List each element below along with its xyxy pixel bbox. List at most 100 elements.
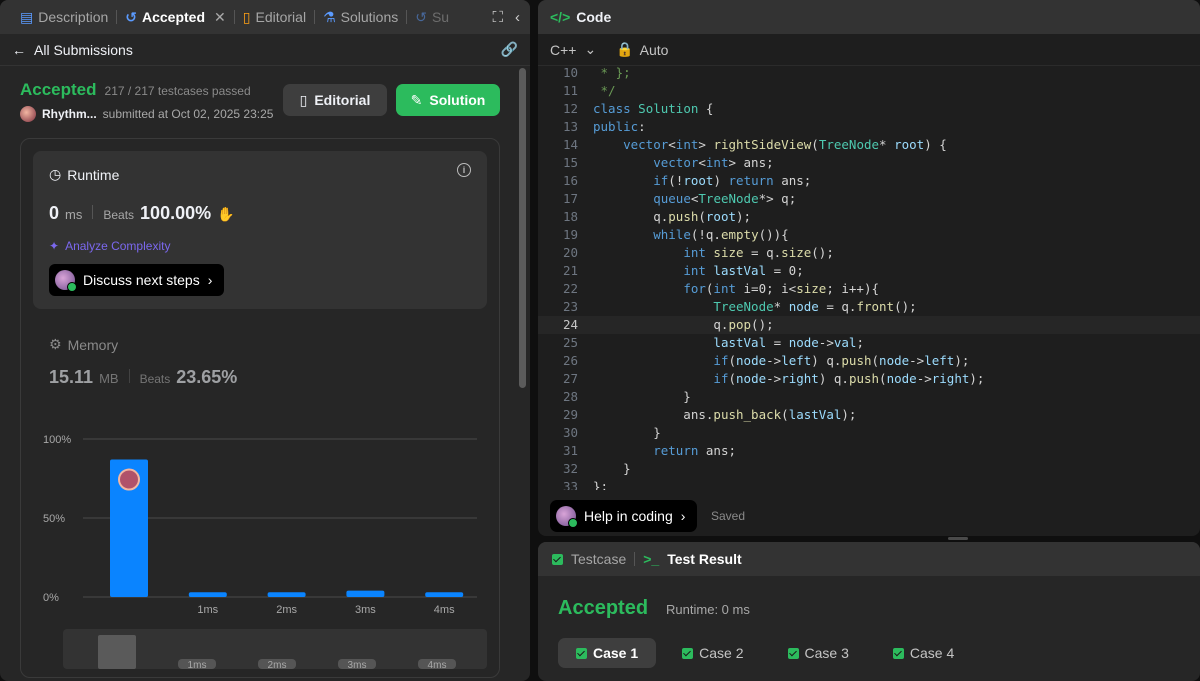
code-line[interactable]: 14 vector<int> rightSideView(TreeNode* r… [538,136,1200,154]
tab-solutions[interactable]: ⚗ Solutions [315,0,406,34]
back-link[interactable]: All Submissions [34,42,133,58]
runtime-distribution-chart: 100% 50% 0% 1ms 2ms 3ms 4ms [43,434,477,616]
close-icon[interactable]: ✕ [214,9,226,26]
panel-tabs: ▤ Description ↺ Accepted ✕ ▯ Editorial ⚗… [0,0,530,34]
case-label: Case 1 [593,645,639,661]
code-line[interactable]: 32 } [538,460,1200,478]
code-line[interactable]: 11 */ [538,82,1200,100]
auto-mode[interactable]: 🔒 Auto [616,41,668,58]
code-line[interactable]: 25 lastVal = node->val; [538,334,1200,352]
memory-label[interactable]: ⚙ Memory [49,336,118,353]
x-tick-label: 4ms [434,604,455,616]
pane-resize-handle[interactable] [948,537,968,540]
code-text: * }; [593,65,631,80]
chart-bar[interactable] [267,592,306,597]
code-line[interactable]: 19 while(!q.empty()){ [538,226,1200,244]
code-text: } [593,461,631,476]
code-line[interactable]: 12 class Solution { [538,100,1200,118]
case-tab-3[interactable]: Case 3 [770,638,867,668]
code-text: lastVal = node->val; [713,335,864,350]
divider [128,369,130,383]
result-summary: Accepted Runtime: 0 ms [558,597,750,620]
maximize-icon[interactable]: ⛶ [492,9,503,26]
code-line[interactable]: 23 TreeNode* node = q.front(); [538,298,1200,316]
code-line[interactable]: 10 * }; [538,64,1200,82]
arrow-left-icon[interactable]: ← [12,42,26,58]
link-icon[interactable]: 🔗 [501,41,518,58]
code-line[interactable]: 17 queue<TreeNode*> q; [538,190,1200,208]
tab-submissions[interactable]: ↺ Su [407,0,457,34]
chevron-down-icon[interactable]: ⌄ [584,41,596,58]
code-text: */ [593,83,616,98]
line-number: 19 [562,227,578,242]
tab-test-result[interactable]: Test Result [667,551,741,567]
code-line[interactable]: 16 if(!root) return ans; [538,172,1200,190]
check-icon [892,647,904,659]
scrollbar[interactable] [519,68,526,388]
panel-actions: ⛶ ‹ [492,9,530,26]
code-line[interactable]: 33}; [538,478,1200,490]
chevron-left-icon[interactable]: ‹ [515,9,520,26]
code-area[interactable]: 10 * }; 11 */12 class Solution {13 public: 1… [538,64,1200,490]
code-text: if(!root) return ans; [653,173,812,188]
chart-bar[interactable] [188,592,227,597]
solution-button[interactable]: ✎ Solution [396,84,500,116]
code-text: if(node->left) q.push(node->left); [713,353,970,368]
case-label: Case 4 [909,645,955,661]
line-number: 33 [562,479,578,490]
code-line[interactable]: 27 if(node->right) q.push(node->right); [538,370,1200,388]
code-line[interactable]: 18 q.push(root); [538,208,1200,226]
case-tab-1[interactable]: Case 1 [558,638,657,668]
code-line[interactable]: 13 public: [538,118,1200,136]
chart-bar[interactable] [346,590,385,597]
editorial-button[interactable]: ▯ Editorial [283,84,387,116]
chart-bar[interactable] [425,592,464,597]
check-icon [576,647,587,659]
user-name[interactable]: Rhythm... [42,107,97,121]
analyze-label: Analyze Complexity [65,239,171,253]
code-title: Code [576,9,612,25]
chart-range-selector[interactable]: 1ms 2ms 3ms 4ms [63,629,487,671]
language-select[interactable]: C++ [550,42,576,58]
line-number: 25 [562,335,578,350]
code-line[interactable]: 31 return ans; [538,442,1200,460]
code-line[interactable]: 22 for(int i=0; i<size; i++){ [538,280,1200,298]
button-label: Editorial [314,92,371,108]
code-text: int size = q.size(); [683,245,834,260]
code-text: queue<TreeNode*> q; [653,191,797,206]
line-number: 12 [562,101,578,116]
code-line[interactable]: 20 int size = q.size(); [538,244,1200,262]
tab-testcase[interactable]: Testcase [571,551,626,567]
avatar[interactable] [20,106,36,122]
runtime-box[interactable]: ◷ Runtime i 0 ms Beats 100.00% ✋ ✦ Analy… [33,151,487,309]
discuss-next-steps-button[interactable]: Discuss next steps › [49,264,225,296]
divider [92,205,94,219]
line-number: 26 [562,353,578,368]
code-line[interactable]: 24 q.pop(); [538,316,1200,334]
y-tick-label: 100% [43,434,71,446]
mini-tick-label: 2ms [268,660,287,669]
case-tab-2[interactable]: Case 2 [664,638,761,668]
line-number: 23 [562,299,578,314]
case-tab-4[interactable]: Case 4 [875,638,972,668]
runtime-values: 0 ms Beats 100.00% ✋ [49,203,235,224]
tab-accepted[interactable]: ↺ Accepted ✕ [117,0,234,34]
saved-status: Saved [711,509,746,523]
code-line[interactable]: 28 } [538,388,1200,406]
sparkle-icon: ✦ [49,239,60,253]
code-line[interactable]: 21 int lastVal = 0; [538,262,1200,280]
submission-header: Accepted 217 / 217 testcases passed Rhyt… [20,80,510,122]
code-line[interactable]: 15 vector<int> ans; [538,154,1200,172]
help-in-coding-button[interactable]: Help in coding › [550,500,698,532]
info-icon[interactable]: i [457,163,471,177]
tab-description[interactable]: ▤ Description [12,0,116,34]
code-line[interactable]: 29 ans.push_back(lastVal); [538,406,1200,424]
code-line[interactable]: 30 } [538,424,1200,442]
x-tick-label: 1ms [197,604,218,616]
tab-editorial[interactable]: ▯ Editorial [235,0,314,34]
memory-unit: MB [99,371,119,386]
line-number: 14 [562,137,578,152]
code-line[interactable]: 26 if(node->left) q.push(node->left); [538,352,1200,370]
line-number: 20 [562,245,578,260]
analyze-complexity-link[interactable]: ✦ Analyze Complexity [49,239,170,253]
